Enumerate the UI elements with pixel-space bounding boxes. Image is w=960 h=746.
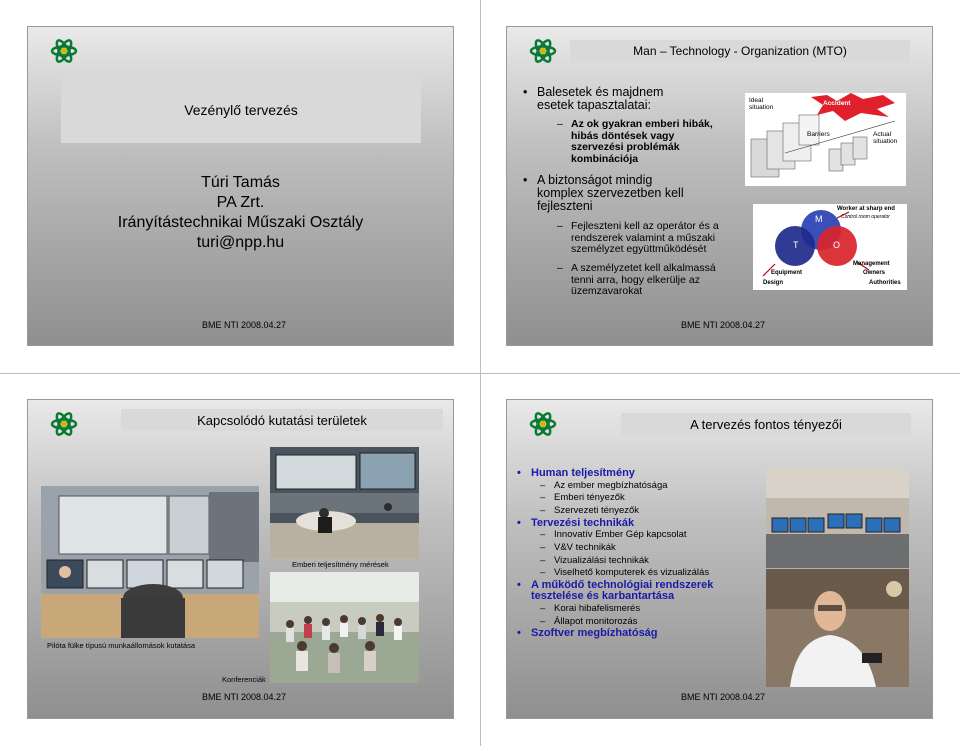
design-factor-list: • Human teljesítmény – Az ember megbízhatós… [517, 467, 767, 640]
barrier-diagram: Ideal situation Accident Barriers Actual… [745, 93, 906, 186]
factor-text: Szoftver megbízhatóság [531, 627, 658, 640]
cockpit-workstation-photo [41, 486, 259, 638]
human-performance-caption: Emberi teljesítmény mérések [292, 560, 389, 569]
dash-icon: – [540, 492, 546, 504]
factor-text: Vizualizálási technikák [554, 554, 649, 566]
control-room-monitors-photo [766, 468, 909, 568]
wearable-computer-photo [766, 569, 909, 687]
mto-sub-3-dash: – [557, 262, 563, 274]
factor-heading: • Tervezési technikák [517, 516, 767, 530]
mto-venn-diagram: M T O Worker at sharp end Control room o… [753, 204, 907, 290]
factor-text: Innovatív Ember Gép kapcsolat [554, 529, 687, 541]
slide-4-title: A tervezés fontos tényezői [621, 413, 911, 435]
bullet-icon: • [517, 578, 521, 591]
slide-2-footer: BME NTI 2008.04.27 [681, 320, 766, 330]
slide-3-title: Kapcsolódó kutatási területek [121, 409, 443, 431]
bullet-icon: • [517, 516, 521, 529]
author-email: turi@npp.hu [196, 234, 285, 251]
mto-bullet-1: • [523, 85, 528, 99]
factor-subitem: – V&V technikák [540, 542, 767, 555]
slide-1-footer: BME NTI 2008.04.27 [202, 320, 287, 330]
control-room-photo [270, 447, 419, 559]
atom-logo-icon [529, 412, 557, 436]
venn-o-label: O [833, 240, 841, 250]
design-label: Design [763, 280, 784, 286]
factor-subitem: – Az ember megbízhatósága [540, 480, 767, 493]
mto-sub-1-dash: – [557, 118, 563, 130]
mto-bullet-1-text: Balesetek és majdnem esetek tapasztalata… [537, 85, 664, 112]
mto-sub-2-text: Fejleszteni kell az operátor és a rendsz… [571, 220, 719, 255]
slide-2: Man – Technology - Organization (MTO) • … [507, 27, 932, 345]
venn-t-label: T [793, 240, 799, 250]
bullet-icon: • [517, 627, 521, 640]
factor-text: Korai hibafelismerés [554, 602, 641, 614]
factor-text: Szervezeti tényezők [554, 504, 640, 516]
conference-photo [270, 572, 419, 683]
slide-1-title: Vezénylő tervezés [184, 102, 298, 118]
barriers-label: Barriers [807, 131, 830, 138]
factor-subitem: – Vizualizálási technikák [540, 555, 767, 568]
author-department: Irányítástechnikai Műszaki Osztály [117, 214, 364, 231]
factor-subitem: – Innovatív Ember Gép kapcsolat [540, 529, 767, 542]
accident-label: Accident [823, 100, 851, 107]
author-name: Túri Tamás [201, 174, 280, 191]
atom-logo-icon [529, 39, 557, 63]
venn-m-label: M [815, 214, 823, 224]
cockpit-caption: Pilóta fülke típusú munkaállomások kutat… [47, 641, 195, 650]
bullet-icon: • [517, 467, 521, 479]
ideal-situation-label: Ideal situation [749, 97, 774, 111]
dash-icon: – [540, 479, 546, 491]
factor-subitem: – Korai hibafelismerés [540, 603, 767, 616]
mto-bullet-2: • [523, 173, 528, 187]
mto-bullet-2-text: A biztonságot mindig komplex szervezetbe… [537, 173, 684, 213]
factor-text: V&V technikák [554, 541, 616, 553]
factor-text: Tervezési technikák [531, 516, 635, 529]
authorities-label: Authorities [869, 280, 901, 286]
factor-heading: • A működő technológiai rendszerek teszte… [517, 578, 767, 603]
slide-1-title-box: Vezénylő tervezés [61, 77, 421, 143]
actual-situation-label: Actual situation [873, 131, 898, 145]
author-company: PA Zrt. [216, 194, 265, 211]
factor-subitem: – Szervezeti tényezők [540, 505, 767, 518]
factor-text: Az ember megbízhatósága [554, 479, 668, 491]
mto-sub-2-dash: – [557, 220, 563, 232]
dash-icon: – [540, 504, 546, 516]
factor-heading: • Human teljesítmény [517, 467, 767, 480]
factor-text: Human teljesítmény [531, 467, 635, 479]
owners-label: Owners [863, 270, 886, 276]
mto-sub-3-text: A személyzetet kell alkalmassá tenni arr… [571, 262, 716, 297]
factor-subitem: – Emberi tényezők [540, 492, 767, 505]
atom-logo-icon [50, 39, 78, 63]
grid-divider-horizontal [0, 373, 960, 374]
dash-icon: – [540, 541, 546, 553]
slide-3-footer: BME NTI 2008.04.27 [202, 692, 287, 702]
equipment-label: Equipment [771, 270, 802, 276]
slide-1: Vezénylő tervezés Túri Tamás PA Zrt. Irá… [28, 27, 453, 345]
worker-label: Worker at sharp end [837, 206, 895, 212]
slide-3: Kapcsolódó kutatási területek Pilóta fül… [28, 400, 453, 718]
slide-2-title: Man – Technology - Organization (MTO) [570, 40, 910, 62]
mto-sub-1-text: Az ok gyakran emberi hibák, hibás döntés… [571, 118, 713, 165]
author-block: Túri Tamás PA Zrt. Irányítástechnikai Mű… [28, 173, 453, 253]
slide-4-footer: BME NTI 2008.04.27 [681, 692, 766, 702]
atom-logo-icon [50, 412, 78, 436]
factor-text: A működő technológiai rendszerek tesztel… [531, 578, 714, 603]
dash-icon: – [540, 529, 546, 541]
factor-heading: • Szoftver megbízhatóság [517, 628, 767, 640]
factor-text: Emberi tényezők [554, 492, 625, 504]
dash-icon: – [540, 602, 546, 614]
slide-4: A tervezés fontos tényezői • Human teljes… [507, 400, 932, 718]
management-label: Management [853, 261, 890, 267]
conference-caption: Konferenciák [222, 675, 266, 684]
dash-icon: – [540, 554, 546, 566]
control-room-label: Control room operator [841, 214, 890, 220]
